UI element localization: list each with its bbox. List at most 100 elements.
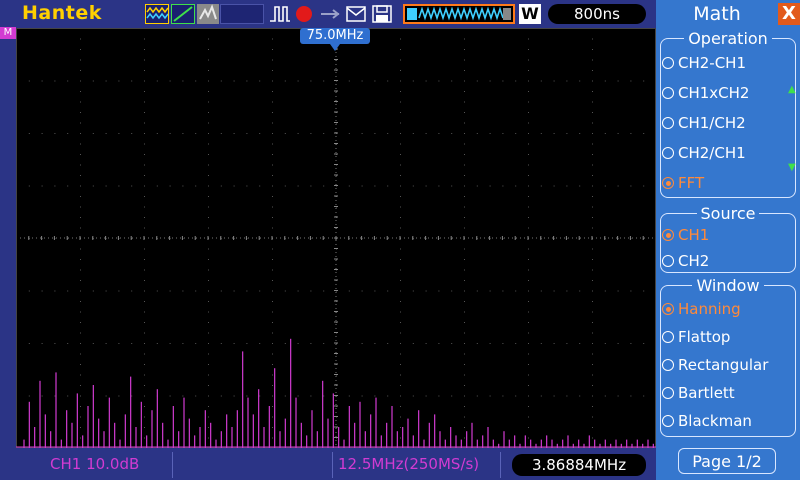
vector-mode-icon[interactable] <box>171 4 195 24</box>
grid-dot <box>144 248 145 250</box>
grid-dot <box>592 217 593 218</box>
grid-dot <box>208 175 209 176</box>
grid-dot <box>208 70 209 71</box>
grid-dot <box>80 143 81 145</box>
source-option-ch1[interactable]: CH1 <box>662 226 709 244</box>
operation-option-ch2-ch1[interactable]: CH2-CH1 <box>662 54 746 72</box>
span-readout[interactable]: 12.5MHz(250MS/s) <box>338 455 479 473</box>
grid-dot <box>412 395 414 397</box>
operation-option-ch1-ch2[interactable]: CH1/CH2 <box>662 114 746 132</box>
timebase-readout[interactable]: 800ns <box>548 4 646 24</box>
grid-dot <box>92 80 94 82</box>
window-option-bartlett[interactable]: Bartlett <box>662 384 735 402</box>
grid-dot <box>144 353 145 355</box>
ch1-scale-readout[interactable]: CH1 10.0dB <box>50 455 139 473</box>
grid-dot <box>528 70 529 71</box>
grid-dot <box>579 133 581 134</box>
grid-dot <box>195 395 197 397</box>
radio-icon <box>662 303 674 315</box>
grid-dot <box>617 133 619 134</box>
window-option-blackman[interactable]: Blackman <box>662 412 752 430</box>
window-option-flattop[interactable]: Flattop <box>662 328 730 346</box>
record-icon[interactable] <box>294 4 314 24</box>
frequency-marker[interactable]: 75.0MHz <box>300 28 370 44</box>
grid-dot <box>604 80 606 82</box>
grid-dot <box>361 80 363 82</box>
source-option-ch2[interactable]: CH2 <box>662 252 709 270</box>
grid-dot <box>464 227 465 229</box>
grid-dot <box>643 290 645 292</box>
operation-option-ch1xch2[interactable]: CH1xCH2 <box>662 84 749 102</box>
persistence-icon[interactable] <box>197 4 219 24</box>
grid-dot <box>464 185 465 187</box>
grid-dot <box>118 290 120 292</box>
grid-dot <box>464 122 465 124</box>
grid-dot <box>592 406 593 407</box>
grid-dot <box>28 395 30 397</box>
math-channel-marker[interactable]: M <box>0 27 16 39</box>
grid-dot <box>80 70 81 71</box>
grid-dot <box>438 185 440 187</box>
grid-dot <box>41 185 43 187</box>
grid-dot <box>400 91 401 92</box>
grid-dot <box>246 343 248 344</box>
grid-dot <box>592 353 593 355</box>
grid-dot <box>208 427 209 428</box>
grid-dot <box>566 343 568 344</box>
operation-option-fft[interactable]: FFT <box>662 174 704 192</box>
grid-dot <box>182 80 184 82</box>
grid-dot <box>412 343 414 344</box>
grid-dot <box>643 133 645 134</box>
grid-dot <box>259 343 261 344</box>
grid-dot <box>284 395 286 397</box>
grid-dot <box>208 38 209 40</box>
grid-dot <box>400 374 401 376</box>
grid-dot <box>464 395 465 397</box>
grid-dot <box>80 437 81 439</box>
grid-dot <box>400 101 401 103</box>
grid-dot <box>208 374 209 376</box>
grid-dot <box>272 112 273 113</box>
grid-dot <box>464 343 465 344</box>
page-button[interactable]: Page 1/2 <box>678 448 776 474</box>
grid-dot <box>80 227 81 229</box>
grid-dot <box>438 80 440 82</box>
scope-display[interactable] <box>16 28 656 448</box>
grid-dot <box>54 80 56 82</box>
grid-dot <box>272 280 273 281</box>
memory-depth-icon[interactable] <box>403 4 515 24</box>
grid-dot <box>528 164 529 166</box>
mail-icon[interactable] <box>345 4 367 24</box>
grid-dot <box>528 290 529 292</box>
scroll-up-icon[interactable]: ▲ <box>788 84 796 95</box>
radio-icon <box>662 147 674 159</box>
grid-dot <box>195 290 197 292</box>
grid-dot <box>361 185 363 187</box>
grid-dot <box>80 59 81 61</box>
radio-icon <box>662 331 674 343</box>
grid-dot <box>246 185 248 187</box>
grid-dot <box>579 185 581 187</box>
grid-dot <box>80 343 81 344</box>
grid-dot <box>67 290 69 292</box>
grid-dot <box>208 91 209 92</box>
run-state-icon[interactable] <box>268 4 292 24</box>
grid-dot <box>425 80 427 82</box>
operation-option-ch2-ch1[interactable]: CH2/CH1 <box>662 144 746 162</box>
window-option-rectangular[interactable]: Rectangular <box>662 356 768 374</box>
grid-dot <box>323 133 325 134</box>
display-waveform-icon[interactable] <box>145 4 169 24</box>
grid-dot <box>630 343 632 344</box>
grid-dot <box>400 80 401 82</box>
grid-dot <box>272 206 273 208</box>
window-option-hanning[interactable]: Hanning <box>662 300 741 318</box>
save-icon[interactable] <box>371 4 393 24</box>
radio-icon <box>662 177 674 189</box>
grid-dot <box>272 437 273 439</box>
grid-dot <box>489 395 491 397</box>
grid-dot <box>105 133 107 134</box>
scroll-down-icon[interactable]: ▼ <box>788 162 796 173</box>
grid-dot <box>348 395 350 397</box>
close-button[interactable]: X <box>778 3 800 25</box>
scope-grid <box>16 28 656 448</box>
